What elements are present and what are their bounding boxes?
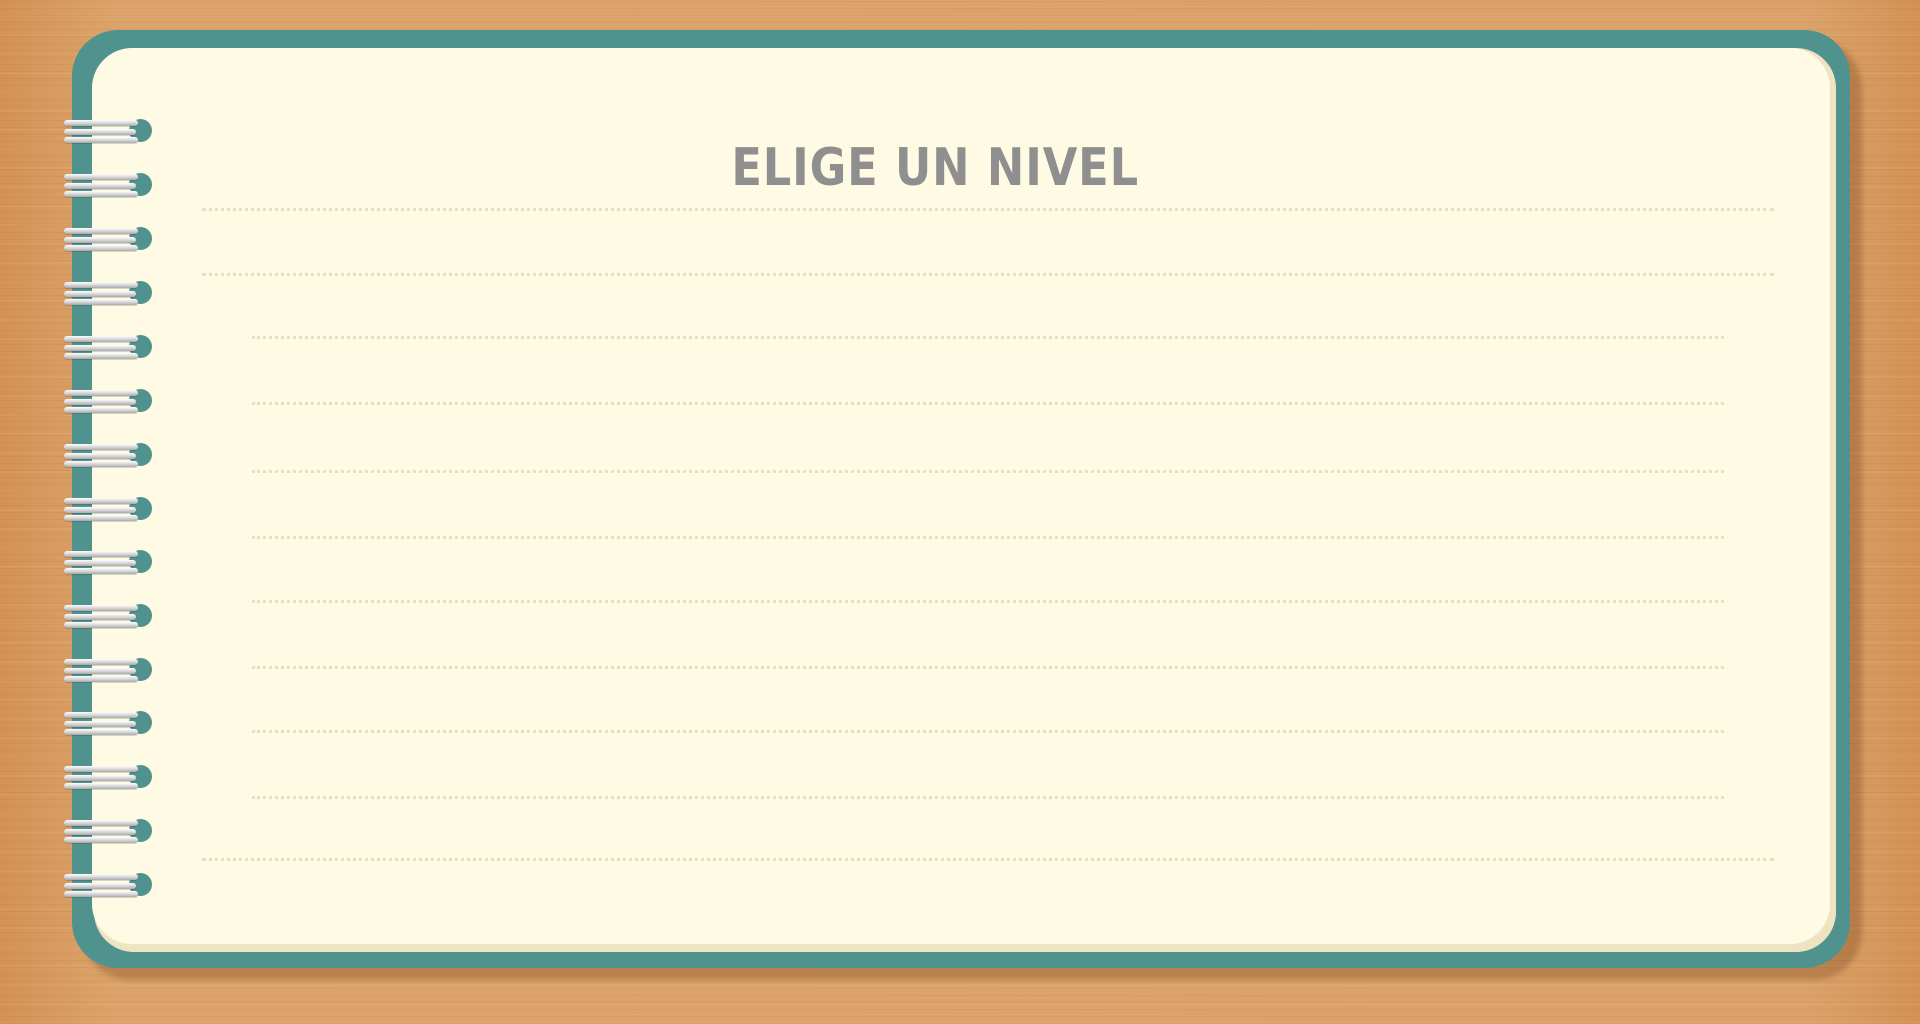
ruled-line [252,730,1724,733]
ruled-line [252,402,1724,405]
spiral-ring-icon [64,116,154,146]
ruled-line [252,796,1724,799]
spiral-ring-icon [64,386,154,416]
ruled-line [252,600,1724,603]
spiral-ring-icon [64,708,154,738]
ruled-line [252,470,1724,473]
spiral-ring-icon [64,494,154,524]
spiral-ring-icon [64,655,154,685]
ruled-line [202,858,1774,861]
ruled-line [252,336,1724,339]
ruled-line [252,666,1724,669]
spiral-ring-icon [64,870,154,900]
spiral-ring-icon [64,170,154,200]
page-title: ELIGE UN NIVEL [731,138,1139,198]
spiral-ring-icon [64,601,154,631]
ruled-line [202,273,1774,276]
ruled-line [202,208,1774,211]
ruled-line [252,536,1724,539]
spiral-ring-icon [64,816,154,846]
spiral-ring-icon [64,762,154,792]
spiral-ring-icon [64,440,154,470]
spiral-ring-icon [64,547,154,577]
spiral-ring-icon [64,278,154,308]
spiral-ring-icon [64,332,154,362]
spiral-ring-icon [64,224,154,254]
